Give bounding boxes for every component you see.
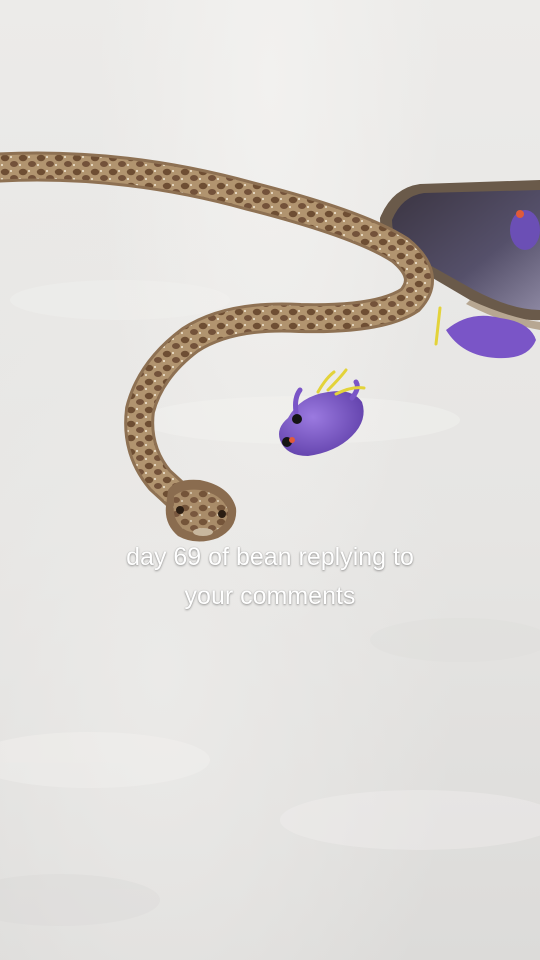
toy-eye-top	[292, 414, 302, 424]
purple-toy	[279, 368, 366, 456]
scene-illustration	[0, 151, 540, 926]
phone-screen-toy-reflection	[510, 210, 540, 250]
snake-head	[165, 479, 237, 542]
video-frame: day 69 of bean replying to your comments	[0, 0, 540, 960]
caption-line-2: your comments	[184, 582, 356, 610]
snake-eye-left	[176, 506, 184, 514]
snake-eye-right	[218, 510, 226, 518]
caption-line-1: day 69 of bean replying to	[126, 543, 414, 571]
snake	[0, 151, 434, 542]
video-caption: day 69 of bean replying to your comments	[40, 538, 500, 616]
